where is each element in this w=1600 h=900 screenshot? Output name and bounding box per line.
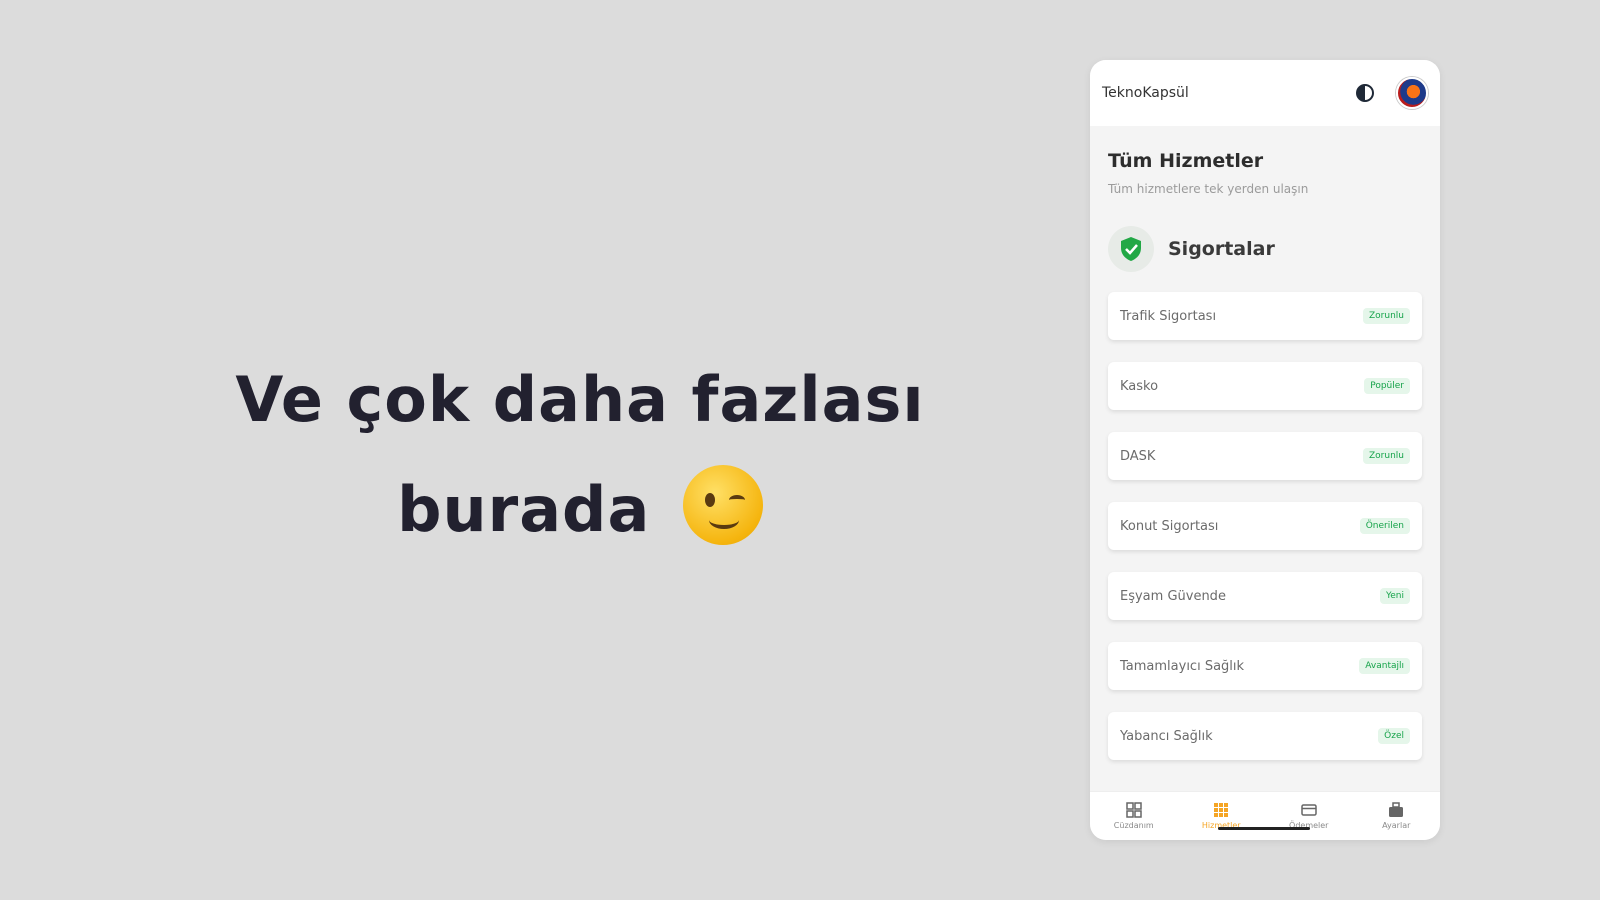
bottom-nav: Cüzdanım Hizmetler Ödemeler Ayarlar [1090, 791, 1440, 840]
theme-toggle-icon[interactable] [1356, 84, 1374, 102]
apps-icon [1214, 803, 1229, 817]
list-item-label: Tamamlayıcı Sağlık [1120, 658, 1245, 674]
list-item-dask[interactable]: DASK Zorunlu [1108, 432, 1422, 480]
list-item-label: Yabancı Sağlık [1120, 728, 1213, 744]
list-item-label: Eşyam Güvende [1120, 588, 1226, 604]
main-content: Tüm Hizmetler Tüm hizmetlere tek yerden … [1090, 150, 1440, 760]
promo-headline: Ve çok daha fazlası burada [230, 345, 930, 565]
list-item-label: Trafik Sigortası [1120, 308, 1217, 324]
section-title: Sigortalar [1168, 238, 1275, 260]
status-badge: Popüler [1364, 378, 1410, 394]
headline-line-1: Ve çok daha fazlası [235, 363, 925, 436]
list-item-label: DASK [1120, 448, 1156, 464]
avatar[interactable] [1396, 77, 1428, 109]
credit-card-icon [1301, 804, 1317, 816]
phone-screen: TeknoKapsül Tüm Hizmetler Tüm hizmetlere… [1090, 60, 1440, 840]
home-indicator [1218, 827, 1310, 830]
status-badge: Zorunlu [1363, 308, 1410, 324]
grid-icon [1126, 802, 1142, 818]
shield-check-icon [1108, 226, 1154, 272]
list-item-tamamlayici-saglik[interactable]: Tamamlayıcı Sağlık Avantajlı [1108, 642, 1422, 690]
list-item-esyam-guvende[interactable]: Eşyam Güvende Yeni [1108, 572, 1422, 620]
list-item-kasko[interactable]: Kasko Popüler [1108, 362, 1422, 410]
section-header-insurance: Sigortalar [1108, 226, 1422, 272]
headline-line-2: burada [230, 455, 930, 565]
nav-item-services[interactable]: Hizmetler [1178, 792, 1266, 840]
status-badge: Özel [1378, 728, 1410, 744]
list-item-konut-sigortasi[interactable]: Konut Sigortası Önerilen [1108, 502, 1422, 550]
nav-label: Cüzdanım [1113, 821, 1154, 830]
status-badge: Avantajlı [1359, 658, 1410, 674]
list-item-trafik-sigortasi[interactable]: Trafik Sigortası Zorunlu [1108, 292, 1422, 340]
status-badge: Zorunlu [1363, 448, 1410, 464]
page-subtitle: Tüm hizmetlere tek yerden ulaşın [1108, 182, 1309, 196]
nav-label: Ayarlar [1382, 821, 1411, 830]
nav-item-payments[interactable]: Ödemeler [1265, 792, 1353, 840]
nav-item-wallet[interactable]: Cüzdanım [1090, 792, 1178, 840]
app-title: TeknoKapsül [1102, 85, 1189, 101]
page-title: Tüm Hizmetler [1108, 150, 1264, 172]
status-badge: Önerilen [1359, 518, 1410, 534]
toolbox-icon [1389, 802, 1404, 817]
list-item-label: Konut Sigortası [1120, 518, 1219, 534]
headline-line-2-text: burada [397, 473, 651, 546]
list-item-yabanci-saglik[interactable]: Yabancı Sağlık Özel [1108, 712, 1422, 760]
status-badge: Yeni [1379, 588, 1410, 604]
nav-item-settings[interactable]: Ayarlar [1353, 792, 1441, 840]
app-top-bar: TeknoKapsül [1090, 60, 1440, 126]
winking-face-emoji-icon [682, 465, 763, 545]
list-item-label: Kasko [1120, 378, 1159, 394]
